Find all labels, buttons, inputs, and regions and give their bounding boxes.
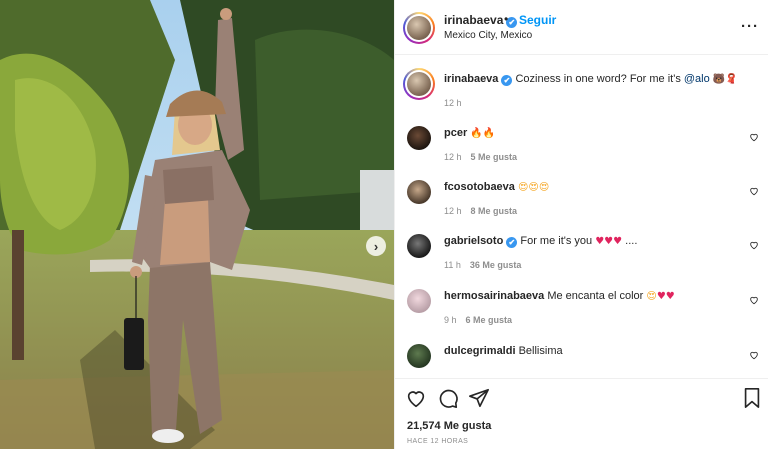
post-likes-count[interactable]: 21,574 Me gusta: [407, 420, 491, 432]
comment-text-line: fcosotobaeva 😍😍😍: [444, 181, 549, 193]
comment-text-line: pcer 🔥🔥: [444, 127, 495, 139]
comment-meta: 11 h 36 Me gusta: [444, 260, 521, 270]
more-options-icon[interactable]: ···: [741, 18, 759, 35]
comment-item: fcosotobaeva 😍😍😍 12 h 8 Me gusta: [395, 178, 768, 232]
comment-username[interactable]: dulcegrimaldi: [444, 345, 516, 357]
share-icon[interactable]: [468, 387, 490, 409]
comment-like-heart-icon[interactable]: [749, 240, 759, 250]
comment-emojis: 😍😍😍: [517, 182, 550, 193]
post-timestamp[interactable]: HACE 12 HORAS: [407, 438, 468, 445]
comment-username[interactable]: gabrielsoto: [444, 235, 503, 247]
comment-item: dulcegrimaldi Bellisima: [395, 342, 768, 378]
comment-text-line: gabrielsoto ✔ For me it's you ♥♥♥ ....: [444, 235, 637, 248]
author-username[interactable]: irinabaeva: [444, 13, 503, 27]
comment-likes[interactable]: 36 Me gusta: [470, 260, 522, 270]
caption-text-line: irinabaeva ✔ Coziness in one word? For me…: [444, 73, 738, 86]
comment-text-line: hermosairinabaeva Me encanta el color 😍♥…: [444, 290, 675, 302]
comment-username[interactable]: fcosotobaeva: [444, 181, 515, 193]
caption-avatar[interactable]: [403, 68, 435, 100]
header-separator: •: [504, 12, 509, 26]
caption-mention[interactable]: @alo: [684, 73, 710, 85]
comment-time[interactable]: 9 h: [444, 315, 457, 325]
comment-avatar[interactable]: [407, 180, 431, 204]
comment-item: hermosairinabaeva Me encanta el color 😍♥…: [395, 287, 768, 341]
caption-time[interactable]: 12 h: [444, 98, 462, 108]
comment-item: gabrielsoto ✔ For me it's you ♥♥♥ .... 11…: [395, 232, 768, 286]
comment-time[interactable]: 11 h: [444, 260, 461, 270]
verified-icon: ✔: [501, 75, 513, 86]
comment-like-heart-icon[interactable]: [749, 295, 759, 305]
comment-emoji-face: 😍: [646, 291, 657, 302]
post-photo[interactable]: ›: [0, 0, 394, 449]
comment-emojis: ♥♥♥: [595, 236, 623, 247]
bookmark-icon[interactable]: [741, 387, 763, 409]
comment-text-line: dulcegrimaldi Bellisima: [444, 345, 563, 357]
post-header: irinabaeva ✔ • Seguir Mexico City, Mexico…: [395, 0, 768, 55]
comment-username[interactable]: hermosairinabaeva: [444, 290, 544, 302]
comment-time[interactable]: 12 h: [444, 206, 462, 216]
comment-avatar[interactable]: [407, 126, 431, 150]
comment-item: pcer 🔥🔥 12 h 5 Me gusta: [395, 124, 768, 178]
verified-icon: ✔: [506, 237, 518, 248]
comment-meta: 12 h 8 Me gusta: [444, 206, 517, 216]
comment-text: Bellisima: [518, 345, 563, 357]
comment-likes[interactable]: 6 Me gusta: [466, 315, 513, 325]
comment-like-heart-icon[interactable]: [749, 350, 759, 360]
comment-likes[interactable]: 5 Me gusta: [471, 152, 518, 162]
caption-username[interactable]: irinabaeva: [444, 73, 498, 85]
comments-list[interactable]: irinabaeva ✔ Coziness in one word? For me…: [395, 56, 768, 378]
follow-button[interactable]: Seguir: [519, 13, 556, 27]
comment-text: Me encanta el color: [547, 290, 647, 302]
comment-time[interactable]: 12 h: [444, 152, 462, 162]
caption-text: Coziness in one word? For me it's: [515, 73, 684, 85]
comment-avatar[interactable]: [407, 289, 431, 313]
comment-emojis: 🔥🔥: [470, 128, 496, 139]
heart-icon[interactable]: [405, 387, 427, 409]
author-avatar[interactable]: [403, 12, 435, 44]
comment-meta: 12 h 5 Me gusta: [444, 152, 517, 162]
carousel-next-button[interactable]: ›: [366, 236, 386, 256]
post-image: [0, 0, 394, 449]
post-caption: irinabaeva ✔ Coziness in one word? For me…: [395, 56, 768, 111]
comment-meta: 9 h 6 Me gusta: [444, 315, 512, 325]
comment-like-heart-icon[interactable]: [749, 132, 759, 142]
comment-username[interactable]: pcer: [444, 127, 467, 139]
comment-like-heart-icon[interactable]: [749, 186, 759, 196]
comment-icon[interactable]: [437, 387, 459, 409]
caption-emojis: 🐻🧣: [712, 74, 738, 85]
comment-avatar[interactable]: [407, 234, 431, 258]
comment-text: For me it's you: [520, 235, 596, 247]
comment-avatar[interactable]: [407, 344, 431, 368]
post-actions: 21,574 Me gusta HACE 12 HORAS: [395, 378, 768, 449]
comment-emojis: ♥♥: [656, 291, 675, 302]
comment-likes[interactable]: 8 Me gusta: [471, 206, 518, 216]
comment-text-after: ....: [622, 235, 638, 247]
post-location[interactable]: Mexico City, Mexico: [444, 30, 532, 41]
post-side-panel: irinabaeva ✔ • Seguir Mexico City, Mexico…: [394, 0, 768, 449]
